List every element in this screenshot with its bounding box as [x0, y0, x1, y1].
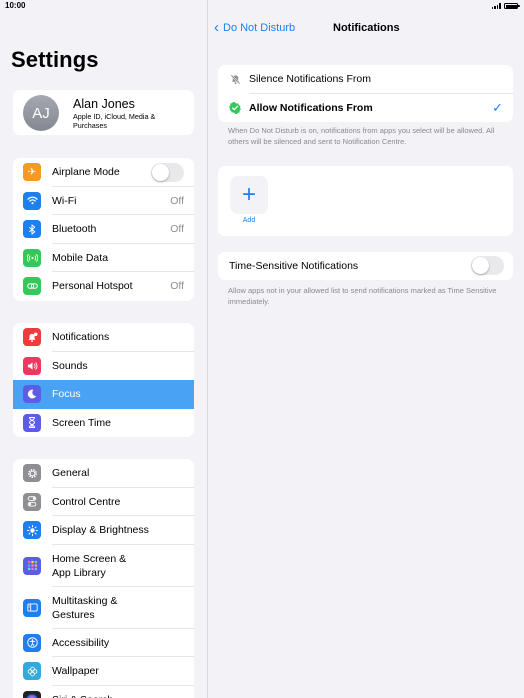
accessibility-icon — [23, 633, 41, 652]
toggle-knob — [152, 163, 169, 181]
time-sensitive-row: Time-Sensitive Notifications — [218, 252, 513, 280]
sidebar-item-sounds[interactable]: Sounds — [13, 352, 194, 381]
option-allow[interactable]: Allow Notifications From ✓ — [218, 94, 513, 123]
sidebar-item-label: Wi-Fi — [52, 194, 77, 207]
sidebar-item-label: Display & Brightness — [52, 524, 149, 537]
bluetooth-icon — [23, 220, 41, 239]
moon-icon — [23, 385, 41, 404]
option-silence[interactable]: Silence Notifications From — [218, 65, 513, 94]
notification-mode-card: Silence Notifications From Allow Notific… — [218, 65, 513, 122]
sidebar-item-label: Mobile Data — [52, 251, 109, 264]
time-sensitive-card: Time-Sensitive Notifications — [218, 252, 513, 280]
back-button-label: Do Not Disturb — [223, 22, 296, 34]
sidebar-item-value: Off — [170, 280, 184, 293]
app-grid-icon — [23, 556, 41, 575]
bell-badge-icon — [23, 328, 41, 347]
siri-icon — [23, 690, 41, 698]
bell-slash-icon — [229, 73, 241, 85]
sidebar-item-multitasking-gestures[interactable]: Multitasking & Gestures — [13, 587, 194, 629]
hourglass-icon — [23, 413, 41, 432]
pane-divider — [207, 0, 208, 698]
sidebar-item-label: General — [52, 467, 90, 480]
add-label: Add — [242, 217, 256, 224]
signal-icon — [491, 3, 501, 9]
status-bar: 10:00 — [0, 0, 524, 14]
sidebar-item-label: Multitasking & Gestures — [52, 594, 118, 621]
sidebar-item-label: Control Centre — [52, 495, 121, 508]
system-group: General Control Centre Display & Brightnes… — [13, 459, 194, 698]
option-label: Allow Notifications From — [249, 101, 373, 114]
profile-name: Alan Jones — [73, 97, 135, 111]
antenna-icon — [23, 248, 41, 267]
profile-subtitle: Apple ID, iCloud, Media & Purchases — [73, 112, 156, 130]
sidebar-item-screen-time[interactable]: Screen Time — [13, 409, 194, 438]
sidebar-item-siri-search[interactable]: Siri & Search — [13, 686, 194, 698]
wifi-icon — [23, 191, 41, 210]
gear-icon — [23, 464, 41, 483]
airplane-icon: ✈ — [23, 163, 41, 182]
focus-group: Notifications Sounds Focus Screen Time — [13, 323, 194, 437]
flower-icon — [23, 662, 41, 681]
avatar: AJ — [23, 95, 59, 131]
check-badge-icon — [229, 101, 241, 114]
sidebar-item-label: Bluetooth — [52, 223, 97, 236]
checkmark-icon: ✓ — [492, 99, 503, 115]
sidebar-item-airplane-mode[interactable]: ✈ Airplane Mode — [13, 158, 194, 187]
status-indicators — [491, 3, 520, 9]
toggle-knob — [472, 257, 489, 274]
sidebar-item-label: Sounds — [52, 359, 88, 372]
sidebar-item-accessibility[interactable]: Accessibility — [13, 629, 194, 657]
sidebar-item-label: Focus — [52, 388, 81, 401]
option-label: Silence Notifications From — [249, 73, 371, 86]
page-title: Settings — [11, 47, 99, 72]
add-app-button[interactable]: + — [230, 176, 268, 214]
allowed-apps-card: + Add — [218, 166, 513, 236]
options-footnote: When Do Not Disturb is on, notifications… — [228, 126, 495, 146]
sidebar-item-label: Wallpaper — [52, 665, 99, 678]
status-time: 10:00 — [5, 1, 26, 10]
back-button[interactable]: ‹ Do Not Disturb — [214, 19, 296, 36]
sidebar-item-label: Screen Time — [52, 416, 111, 429]
connectivity-group: ✈ Airplane Mode Wi-Fi Off Bluetooth Off Mobile… — [13, 158, 194, 301]
sidebar-item-personal-hotspot[interactable]: Personal Hotspot Off — [13, 272, 194, 301]
sidebar-item-label: Airplane Mode — [52, 166, 120, 179]
sidebar-item-bluetooth[interactable]: Bluetooth Off — [13, 215, 194, 244]
sidebar-item-label: Home Screen & App Library — [52, 552, 127, 579]
sidebar-item-value: Off — [170, 194, 184, 207]
time-sensitive-label: Time-Sensitive Notifications — [229, 260, 359, 272]
sidebar-item-value: Off — [170, 223, 184, 236]
sidebar-item-display-brightness[interactable]: Display & Brightness — [13, 516, 194, 545]
airplane-mode-toggle[interactable] — [151, 162, 184, 182]
time-sensitive-toggle[interactable] — [471, 256, 504, 275]
sidebar-item-label: Notifications — [52, 331, 110, 344]
link-icon — [23, 277, 41, 296]
sidebar-item-wi-fi[interactable]: Wi-Fi Off — [13, 187, 194, 215]
speaker-icon — [23, 356, 41, 375]
switches-icon — [23, 492, 41, 511]
sidebar-item-label: Siri & Search — [52, 693, 113, 698]
sidebar-item-focus[interactable]: Focus — [13, 380, 194, 409]
sidebar-item-wallpaper[interactable]: Wallpaper — [13, 657, 194, 686]
sidebar-item-label: Personal Hotspot — [52, 280, 133, 293]
sidebar-item-control-centre[interactable]: Control Centre — [13, 488, 194, 516]
sidebar-item-notifications[interactable]: Notifications — [13, 323, 194, 352]
apple-id-card[interactable]: AJ Alan Jones Apple ID, iCloud, Media & … — [13, 90, 194, 135]
time-sensitive-footnote: Allow apps not in your allowed list to s… — [228, 286, 497, 306]
sidebar-item-general[interactable]: General — [13, 459, 194, 488]
sun-icon — [23, 521, 41, 540]
battery-fill — [505, 4, 517, 8]
sidebar-item-mobile-data[interactable]: Mobile Data — [13, 244, 194, 272]
battery-icon — [504, 3, 520, 9]
plus-icon: + — [241, 181, 256, 208]
sidebar-item-label: Accessibility — [52, 636, 110, 649]
multitask-icon — [23, 598, 41, 617]
chevron-left-icon: ‹ — [214, 19, 219, 36]
nav-title: Notifications — [333, 22, 400, 34]
sidebar-item-home-screen-app-library[interactable]: Home Screen & App Library — [13, 545, 194, 587]
